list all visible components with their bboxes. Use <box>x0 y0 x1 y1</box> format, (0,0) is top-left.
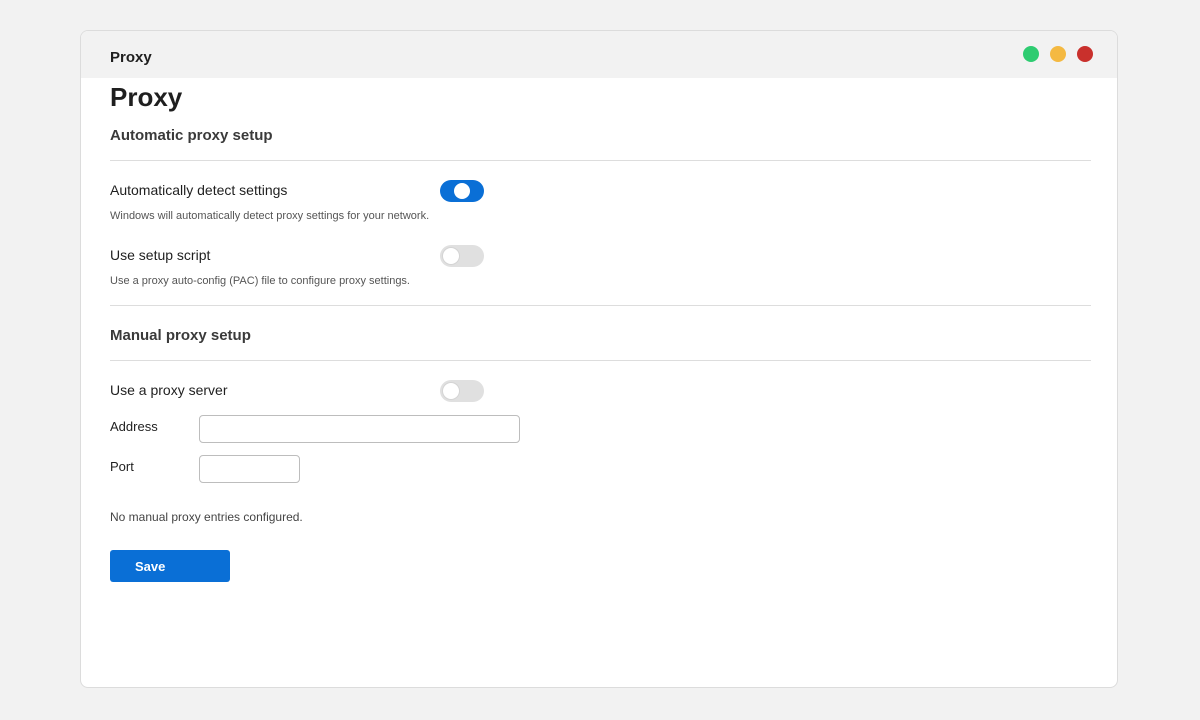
use-proxy-label: Use a proxy server <box>110 382 228 398</box>
divider <box>110 305 1091 306</box>
use-proxy-toggle[interactable] <box>440 380 484 402</box>
setup-script-label: Use setup script <box>110 247 211 263</box>
window-title: Proxy <box>110 49 152 66</box>
automatic-proxy-heading: Automatic proxy setup <box>110 127 273 144</box>
port-label: Port <box>110 459 134 474</box>
detect-settings-label: Automatically detect settings <box>110 182 288 198</box>
page-title: Proxy <box>110 82 183 112</box>
divider <box>110 360 1091 361</box>
manual-proxy-heading: Manual proxy setup <box>110 327 251 344</box>
manual-proxy-status: No manual proxy entries configured. <box>110 510 303 524</box>
minimize-control[interactable] <box>1050 46 1066 62</box>
divider <box>110 160 1091 161</box>
save-button[interactable]: Save <box>110 550 230 582</box>
detect-settings-toggle[interactable] <box>440 180 484 202</box>
address-input[interactable] <box>199 415 520 443</box>
settings-window: Proxy Proxy Automatic proxy setup Automa… <box>80 30 1118 688</box>
toggle-knob <box>443 383 459 399</box>
toggle-knob <box>443 248 459 264</box>
address-label: Address <box>110 419 158 434</box>
toggle-knob <box>454 183 470 199</box>
port-input[interactable] <box>199 455 300 483</box>
close-control[interactable] <box>1077 46 1093 62</box>
title-bar: Proxy <box>81 31 1117 78</box>
detect-settings-description: Windows will automatically detect proxy … <box>110 210 430 222</box>
setup-script-description: Use a proxy auto-config (PAC) file to co… <box>110 275 410 287</box>
setup-script-toggle[interactable] <box>440 245 484 267</box>
maximize-control[interactable] <box>1023 46 1039 62</box>
